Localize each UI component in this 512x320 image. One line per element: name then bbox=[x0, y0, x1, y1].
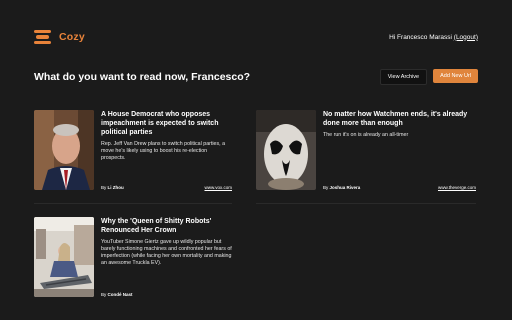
article-byline: By Joshua Rivera bbox=[323, 185, 360, 190]
article-author: Joshua Rivera bbox=[329, 185, 361, 190]
brand-name: Cozy bbox=[59, 31, 85, 43]
greeting-text: Hi Francesco Marassi bbox=[389, 33, 452, 41]
page-heading-row: What do you want to read now, Francesco?… bbox=[34, 68, 478, 86]
top-bar: Cozy Hi Francesco Marassi (Logout) bbox=[34, 26, 478, 48]
article-thumbnail[interactable] bbox=[256, 110, 316, 190]
logout-link[interactable]: (Logout) bbox=[454, 34, 478, 41]
byline-prefix: By bbox=[101, 292, 107, 297]
cozy-logo-icon bbox=[34, 29, 52, 45]
byline-prefix: By bbox=[101, 185, 107, 190]
page-title: What do you want to read now, Francesco? bbox=[34, 71, 251, 83]
divider bbox=[34, 203, 232, 204]
article-meta: By Li Zhou www.vox.com bbox=[101, 185, 232, 190]
article-author: Li Zhou bbox=[107, 185, 124, 190]
article-meta: By Joshua Rivera www.theverge.com bbox=[323, 185, 476, 190]
article-description: Rep. Jeff Van Drew plans to switch polit… bbox=[101, 141, 226, 161]
article-description: The run it's on is already an all-timer bbox=[323, 132, 409, 138]
article-thumbnail[interactable] bbox=[34, 110, 94, 190]
add-new-url-button[interactable]: Add New Url bbox=[433, 69, 478, 83]
view-archive-button[interactable]: View Archive bbox=[379, 69, 428, 85]
article-card[interactable]: Why the 'Queen of Shitty Robots' Renounc… bbox=[34, 217, 232, 299]
article-byline: By Li Zhou bbox=[101, 185, 124, 190]
article-title[interactable]: A House Democrat who opposes impeachment… bbox=[101, 110, 232, 137]
article-title[interactable]: No matter how Watchmen ends, it's alread… bbox=[323, 110, 476, 128]
brand[interactable]: Cozy bbox=[34, 29, 85, 45]
article-description: YouTuber Simone Giertz gave up wildly po… bbox=[101, 239, 232, 266]
article-meta: By Condé Nast bbox=[101, 292, 232, 297]
heading-actions: View Archive Add New Url bbox=[379, 69, 478, 85]
article-thumbnail[interactable] bbox=[34, 217, 94, 297]
user-greeting: Hi Francesco Marassi (Logout) bbox=[389, 34, 478, 41]
article-byline: By Condé Nast bbox=[101, 292, 133, 297]
divider bbox=[256, 203, 476, 204]
byline-prefix: By bbox=[323, 185, 329, 190]
article-author: Condé Nast bbox=[107, 292, 133, 297]
article-title[interactable]: Why the 'Queen of Shitty Robots' Renounc… bbox=[101, 217, 232, 235]
article-card[interactable]: No matter how Watchmen ends, it's alread… bbox=[256, 110, 476, 192]
article-card[interactable]: A House Democrat who opposes impeachment… bbox=[34, 110, 232, 192]
article-source-link[interactable]: www.vox.com bbox=[204, 185, 232, 190]
article-source-link[interactable]: www.theverge.com bbox=[438, 185, 476, 190]
